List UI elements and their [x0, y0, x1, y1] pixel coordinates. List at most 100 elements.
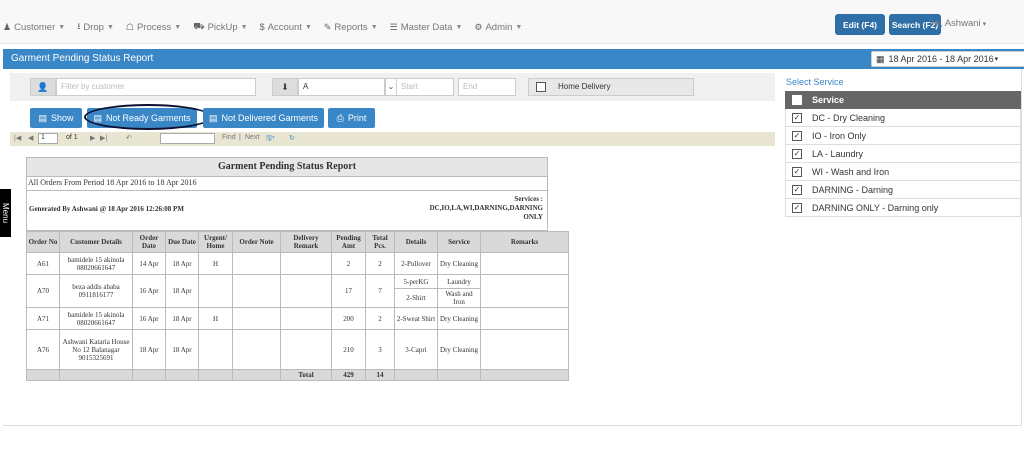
home-delivery-checkbox[interactable] — [536, 81, 546, 92]
export-icon[interactable]: 🖫▾ — [266, 134, 275, 145]
page-title: Garment Pending Status Report — [11, 53, 154, 64]
column-header: Order No — [26, 231, 60, 253]
service-row[interactable]: ✓ DARNING - Darning — [785, 181, 1021, 199]
menu-tab[interactable]: Menu — [0, 189, 11, 237]
refresh-icon[interactable]: ↻ — [289, 134, 295, 142]
home-delivery-toggle[interactable]: Home Delivery — [528, 78, 694, 96]
order-no: A76 — [26, 329, 60, 370]
customer-details: beza addis ababa 0911816177 — [59, 274, 133, 308]
nav-pickup[interactable]: ⛟ PickUp ▼ — [193, 19, 247, 35]
print-button[interactable]: ⎙ Print — [328, 108, 375, 128]
customer-details: bamidele 15 akinola 08020661647 — [59, 252, 133, 275]
report-title: Garment Pending Status Report — [26, 157, 548, 177]
order-note — [232, 329, 281, 370]
find-input[interactable] — [160, 133, 215, 144]
download-icon: ⬇ — [272, 78, 298, 96]
top-navbar: ♟ Customer ▼ ⭳ Drop ▼ ☖ Process ▼ ⛟ PickUp ▼ $ Accoun… — [0, 0, 1024, 44]
first-page-icon[interactable]: |◀ — [14, 134, 21, 142]
report: Garment Pending Status Report All Orders… — [26, 157, 569, 381]
prev-page-icon[interactable]: ◀ — [28, 134, 33, 142]
order-note — [232, 274, 281, 308]
order-note — [232, 307, 281, 330]
page-of: of 1 — [66, 134, 78, 141]
delivery-remark — [280, 307, 332, 330]
due-date: 18 Apr — [165, 329, 199, 370]
urgent-home: H — [198, 252, 233, 275]
service-checkbox[interactable]: ✓ — [792, 202, 802, 213]
edit-button[interactable]: Edit (F4) — [835, 14, 885, 35]
date-range-value: 18 Apr 2016 - 18 Apr 2016 — [888, 54, 994, 64]
nav-master-data[interactable]: ☰ Master Data ▼ — [390, 19, 463, 35]
next-link[interactable]: Next — [245, 134, 259, 141]
start-date-input[interactable]: Start — [396, 78, 454, 96]
nav-drop[interactable]: ⭳ Drop ▼ — [77, 19, 114, 35]
generated-by: Generated By Ashwani @ 18 Apr 2016 12:26… — [29, 205, 184, 213]
download-icon: ⭳ — [77, 21, 81, 31]
panel-border — [1021, 69, 1022, 426]
total-cell — [437, 369, 481, 381]
route-select[interactable]: A — [298, 78, 385, 96]
table-header-row: Order No Customer Details Order Date Due Da… — [26, 231, 569, 253]
service-checkbox[interactable]: ✓ — [792, 166, 802, 177]
panel-header: Garment Pending Status Report ▦ 18 Apr 2… — [3, 49, 1024, 69]
service-checkbox[interactable]: ✓ — [792, 184, 802, 195]
user-greeting: Hi, Ashwani — [931, 18, 981, 29]
date-range-picker[interactable]: ▦ 18 Apr 2016 - 18 Apr 2016 ▾ — [871, 51, 1024, 67]
service-row[interactable]: ✓ LA - Laundry — [785, 145, 1021, 163]
service-row[interactable]: ✓ DC - Dry Cleaning — [785, 109, 1021, 127]
service-checkbox[interactable]: ✓ — [792, 112, 802, 123]
select-service-panel: Select Service Service ✓ DC - Dry Cleanin… — [785, 77, 1021, 217]
column-header: Order Note — [232, 231, 281, 253]
service-row[interactable]: ✓ IO - Iron Only — [785, 127, 1021, 145]
total-cell — [132, 369, 166, 381]
nav-reports[interactable]: ✎ Reports ▼ — [324, 19, 378, 35]
column-header: Total Pcs. — [365, 231, 395, 253]
caret-down-icon: ▼ — [370, 23, 378, 31]
page-input[interactable]: 1 — [38, 133, 58, 144]
order-note — [232, 252, 281, 275]
customer-details: Ashwani Kataria House No 12 Balanagar 90… — [59, 329, 133, 370]
next-page-icon[interactable]: ▶ — [90, 134, 95, 142]
nav-account[interactable]: $ Account ▼ — [260, 19, 312, 35]
detail: 2-Sweat Shirt — [394, 307, 438, 330]
show-label: Show — [51, 113, 74, 123]
nav-admin[interactable]: ⚙ Admin ▼ — [474, 19, 522, 35]
nav-label: Master Data — [400, 21, 453, 33]
select-all-checkbox[interactable] — [792, 95, 802, 105]
due-date: 18 Apr — [165, 307, 199, 330]
service-label: DC - Dry Cleaning — [812, 112, 886, 123]
customer-filter-input[interactable]: Filter by customer — [56, 78, 256, 96]
total-cell — [165, 369, 199, 381]
detail: 3-Capri — [394, 329, 438, 370]
service-row[interactable]: ✓ DARNING ONLY - Darning only — [785, 199, 1021, 217]
service-checkbox[interactable]: ✓ — [792, 148, 802, 159]
back-icon[interactable]: ↶ — [126, 134, 132, 142]
print-icon: ⎙ — [336, 112, 344, 123]
chart-icon: ✎ — [323, 21, 332, 32]
caret-down-icon: ▼ — [174, 23, 182, 31]
report-toolbar: |◀ ◀ 1 of 1 ▶ ▶| ↶ Find | Next 🖫▾ ↻ — [10, 132, 775, 146]
report-table: Order No Customer Details Order Date Due Da… — [26, 231, 569, 381]
service-panel-title: Select Service — [786, 77, 844, 87]
show-button[interactable]: ▤ Show — [30, 108, 82, 128]
order-no: A61 — [26, 252, 60, 275]
find-link[interactable]: Find — [222, 134, 236, 141]
nav-customer[interactable]: ♟ Customer ▼ — [3, 19, 65, 35]
service-checkbox[interactable]: ✓ — [792, 130, 802, 141]
caret-down-icon: ▼ — [455, 23, 463, 31]
not-delivered-garments-button[interactable]: ▤ Not Delivered Garments — [203, 108, 324, 128]
nav-process[interactable]: ☖ Process ▼ — [126, 19, 181, 35]
end-date-input[interactable]: End — [458, 78, 516, 96]
user-menu[interactable]: Hi, Ashwani ▾ — [931, 18, 986, 29]
table-row: A61 bamidele 15 akinola 08020661647 14 Apr… — [26, 252, 569, 275]
due-date: 18 Apr — [165, 252, 199, 275]
last-page-icon[interactable]: ▶| — [100, 134, 107, 142]
urgent-home: H — [198, 307, 233, 330]
home-delivery-label: Home Delivery — [558, 82, 611, 91]
service-header-row: Service — [785, 91, 1021, 109]
order-no: A71 — [26, 307, 60, 330]
service-row[interactable]: ✓ WI - Wash and Iron — [785, 163, 1021, 181]
pending-amt: 2 — [331, 252, 366, 275]
nav-label: Process — [136, 21, 172, 33]
total-label: Total — [280, 369, 332, 381]
